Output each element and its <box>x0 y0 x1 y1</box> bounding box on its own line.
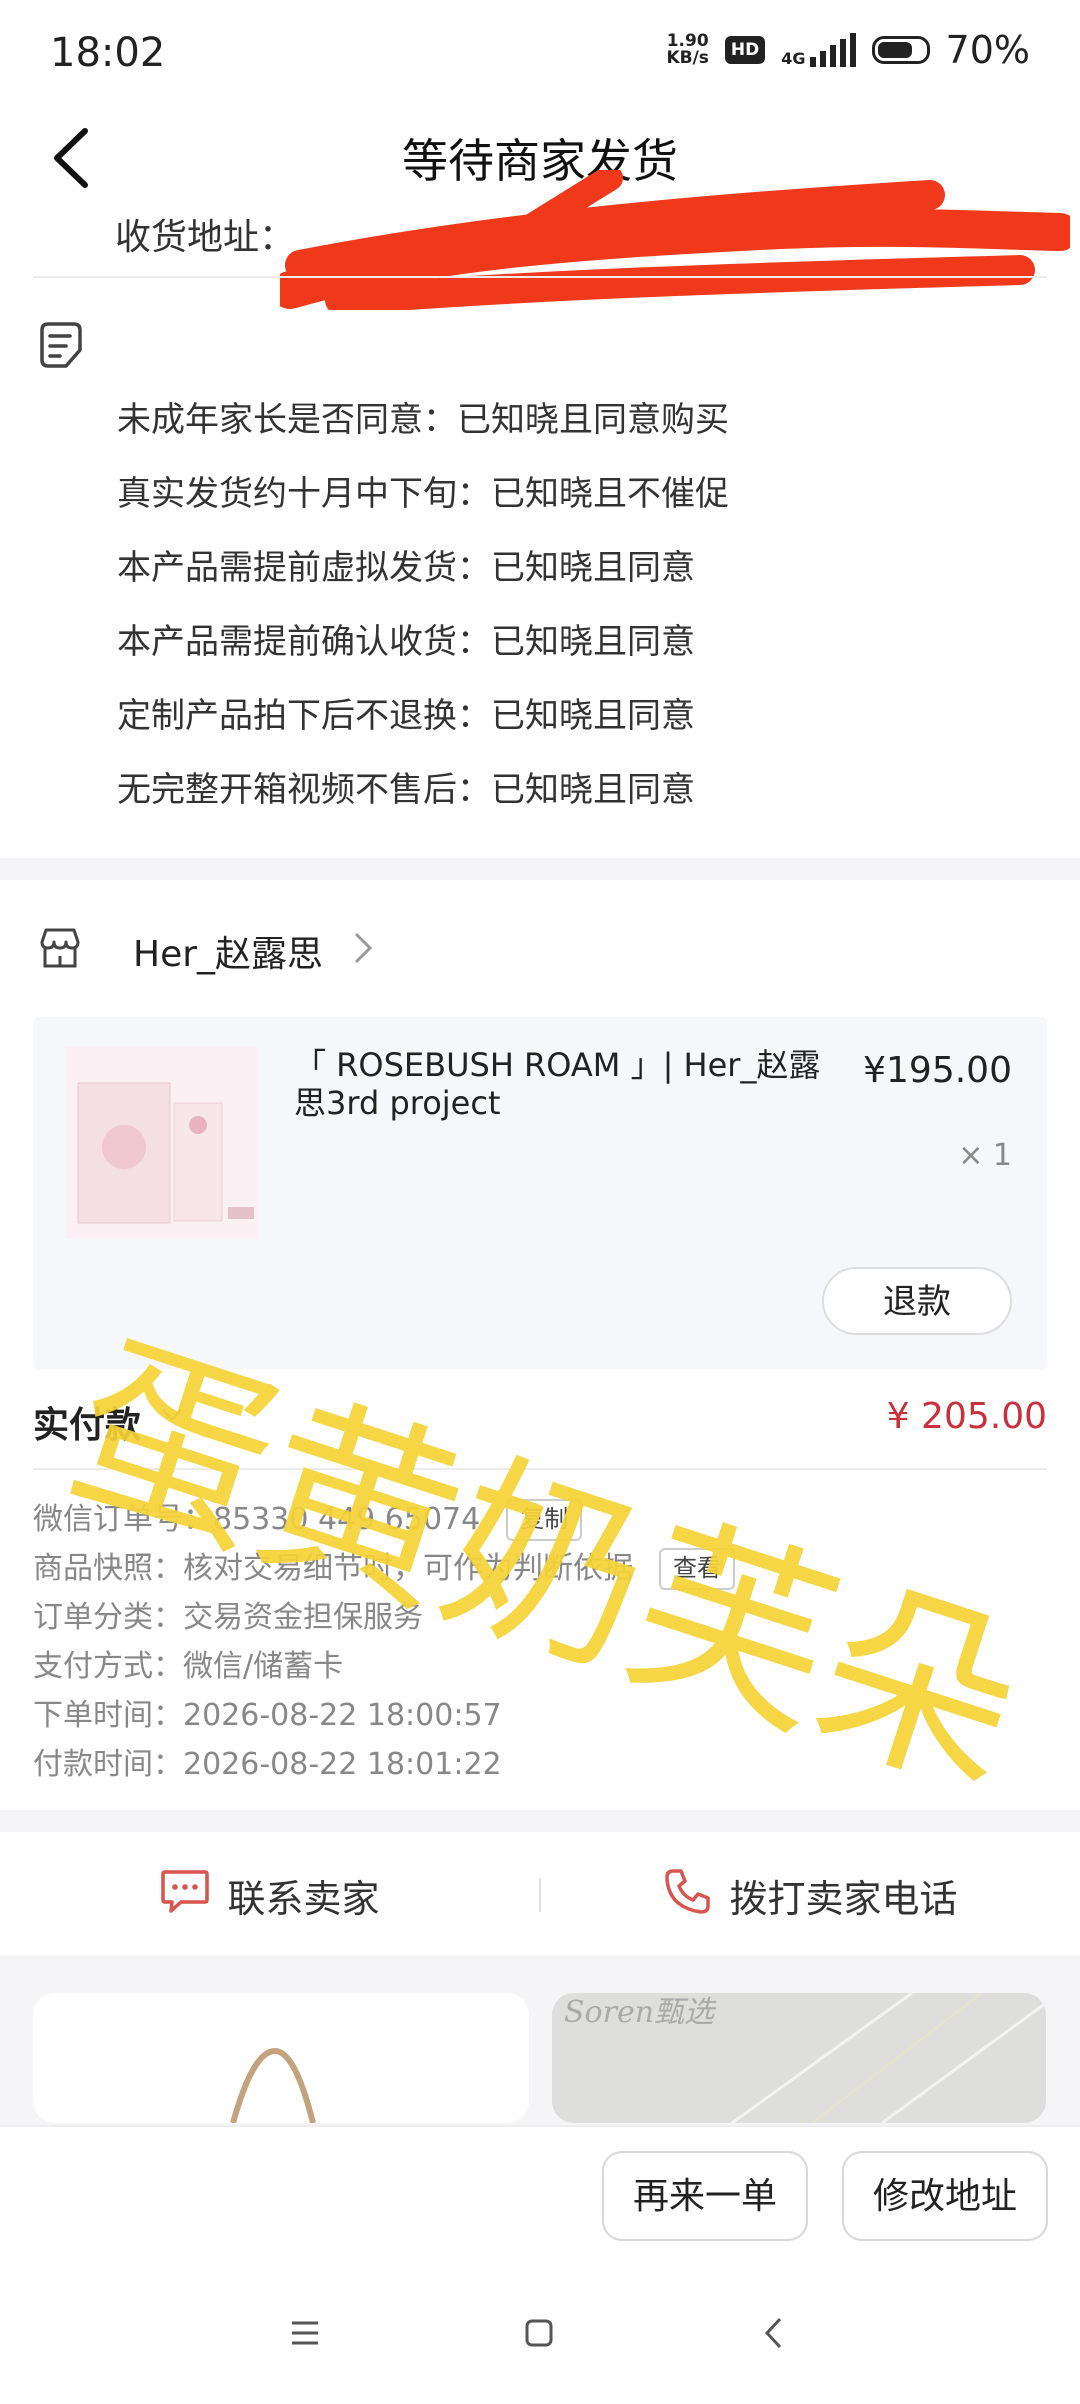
note-line: 定制产品拍下后不退换：已知晓且同意 <box>117 696 695 736</box>
address-redaction-scribble <box>271 165 1079 315</box>
home-icon[interactable] <box>524 2318 554 2352</box>
product-quantity: × 1 <box>958 1138 1012 1173</box>
paid-amount-label[interactable]: 实付款 <box>33 1396 141 1448</box>
status-time: 18:02 <box>50 30 166 76</box>
paid-amount: ¥ 205.00 <box>886 1396 1047 1437</box>
contact-seller-button[interactable]: 联系卖家 <box>0 1866 539 1925</box>
battery-level: 70% <box>945 28 1030 72</box>
section-separator <box>0 1810 1080 1832</box>
product-thumbnail[interactable] <box>66 1047 258 1239</box>
order-number-row: 微信订单号： 85330 449 65074 复制 <box>33 1495 735 1544</box>
note-line: 本产品需提前虚拟发货：已知晓且同意 <box>117 548 695 588</box>
shop-name[interactable]: Her_赵露思 <box>133 925 323 977</box>
note-line: 未成年家长是否同意：已知晓且同意购买 <box>117 400 729 440</box>
order-time-row: 下单时间： 2026-08-22 18:00:57 <box>33 1697 502 1733</box>
chevron-right-icon[interactable] <box>352 930 374 975</box>
chevron-down-icon[interactable] <box>160 1400 184 1433</box>
hd-badge: HD <box>724 36 766 64</box>
note-icon <box>36 320 86 372</box>
product-title[interactable]: 「 ROSEBUSH ROAM 」| Her_赵露思3rd project <box>294 1046 834 1122</box>
recommend-card[interactable]: Soren甄选 <box>552 1993 1046 2123</box>
menu-icon[interactable] <box>290 2320 320 2350</box>
pay-method-row: 支付方式： 微信/储蓄卡 <box>33 1648 344 1684</box>
view-snapshot-button[interactable]: 查看 <box>659 1547 735 1590</box>
pay-time-row: 付款时间： 2026-08-22 18:01:22 <box>33 1746 502 1782</box>
refund-button[interactable]: 退款 <box>822 1267 1012 1335</box>
copy-button[interactable]: 复制 <box>506 1498 583 1541</box>
divider <box>33 276 1047 278</box>
note-line: 无完整开箱视频不售后：已知晓且同意 <box>117 770 695 810</box>
back-nav-icon[interactable] <box>764 2316 784 2354</box>
network-speed: 1.90 KB/s <box>666 31 709 68</box>
section-separator <box>0 858 1080 880</box>
snapshot-row: 商品快照： 核对交易细节时，可作为判断依据 查看 <box>33 1544 735 1593</box>
signal-icon: 4G <box>781 33 856 67</box>
battery-icon <box>871 36 930 64</box>
note-line: 本产品需提前确认收货：已知晓且同意 <box>117 622 695 662</box>
address-label: 收货地址： <box>115 217 296 258</box>
category-row: 订单分类： 交易资金担保服务 <box>33 1599 423 1635</box>
product-price: ¥195.00 <box>863 1050 1012 1091</box>
call-seller-button[interactable]: 拨打卖家电话 <box>541 1866 1080 1925</box>
recommend-brand: Soren甄选 <box>564 1995 715 2030</box>
chat-icon <box>159 1866 211 1925</box>
divider <box>33 1468 1047 1470</box>
contact-row: 联系卖家 拨打卖家电话 <box>0 1835 1080 1955</box>
phone-icon <box>663 1866 713 1925</box>
change-address-button[interactable]: 修改地址 <box>842 2151 1048 2241</box>
order-notes: 未成年家长是否同意：已知晓且同意购买 真实发货约十月中下旬：已知晓且不催促 本产… <box>117 395 729 839</box>
status-icons: 1.90 KB/s HD 4G 70% <box>666 28 1030 72</box>
system-nav-bar <box>0 2270 1080 2400</box>
recommend-card[interactable] <box>33 1993 529 2123</box>
note-line: 真实发货约十月中下旬：已知晓且不催促 <box>117 474 729 514</box>
reorder-button[interactable]: 再来一单 <box>602 2151 808 2241</box>
order-info: 微信订单号： 85330 449 65074 复制 商品快照： 核对交易细节时，… <box>33 1495 735 1789</box>
shop-icon <box>36 924 84 972</box>
order-number: 85330 449 65074 <box>213 1501 481 1537</box>
